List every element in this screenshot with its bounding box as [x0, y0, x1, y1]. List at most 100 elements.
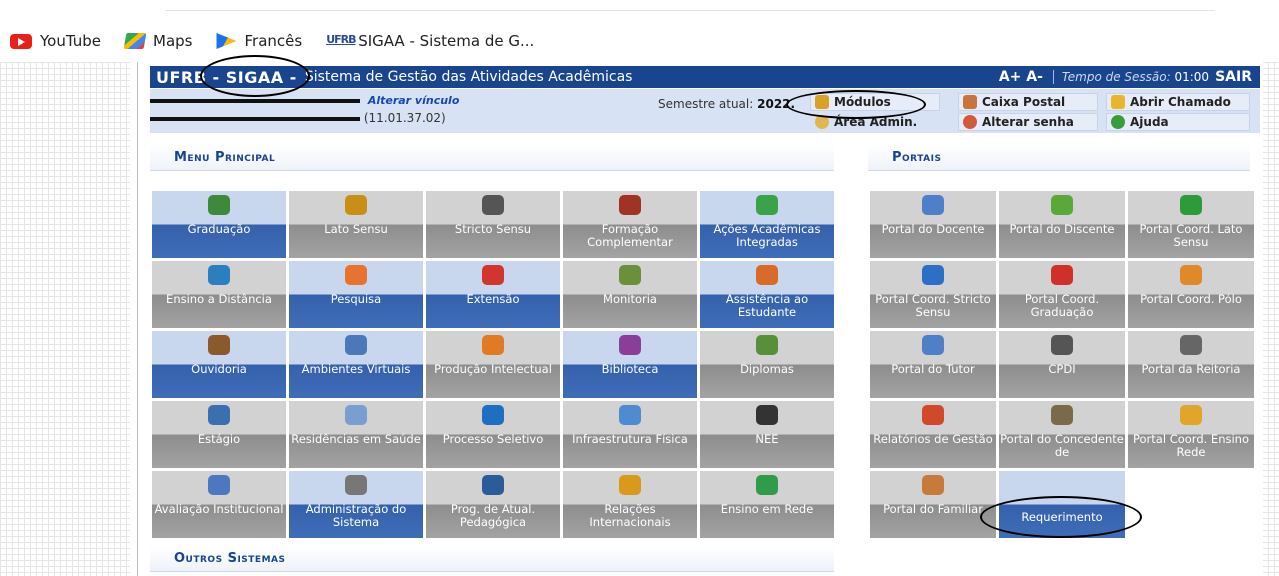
family-icon	[922, 475, 944, 495]
menu-tile[interactable]: Pesquisa	[289, 261, 423, 328]
menu-tile[interactable]: Lato Sensu	[289, 191, 423, 258]
portal-tile[interactable]: Portal Coord. Lato Sensu	[1128, 191, 1254, 258]
menu-principal-grid: Graduação Lato Sensu Stricto Sensu Formação…	[152, 191, 834, 538]
brand-logo[interactable]: UFRB - SIGAA -	[156, 68, 297, 87]
sigaa-page: UFRB - SIGAA - Sistema de Gestão das Ati…	[137, 62, 1263, 576]
menu-tile[interactable]: Residências em Saúde	[289, 401, 423, 468]
menu-tile[interactable]: Administração do Sistema	[289, 471, 423, 538]
modulos-button[interactable]: Módulos	[810, 93, 940, 111]
menu-tile[interactable]: Graduação	[152, 191, 286, 258]
spiral-icon	[482, 405, 504, 425]
menu-tile[interactable]: NEE	[700, 401, 834, 468]
portal-tile-label: Portal do Discente	[1009, 222, 1115, 236]
portal-tile[interactable]: Portal Coord. Pólo	[1128, 261, 1254, 328]
bookmark-label: YouTube	[40, 32, 101, 50]
alterar-senha-label: Alterar senha	[982, 115, 1074, 129]
menu-tile[interactable]: Ensino a Distância	[152, 261, 286, 328]
logout-button[interactable]: SAIR	[1215, 69, 1252, 85]
menu-tile[interactable]: Ações Acadêmicas Integradas	[700, 191, 834, 258]
briefcase-icon	[482, 195, 504, 215]
network-at-icon	[1180, 405, 1202, 425]
portal-tile[interactable]: Requerimento	[999, 471, 1125, 538]
menu-tile[interactable]: Ambientes Virtuais	[289, 331, 423, 398]
menu-tile[interactable]: Diplomas	[700, 331, 834, 398]
broom-icon	[1111, 95, 1125, 109]
portal-tile[interactable]: CPDI	[999, 331, 1125, 398]
portal-tile[interactable]: Portal da Reitoria	[1128, 331, 1254, 398]
menu-tile[interactable]: Prog. de Atual. Pedagógica	[426, 471, 560, 538]
portal-tile[interactable]: Portal Coord. Ensino Rede	[1128, 401, 1254, 468]
menu-tile[interactable]: Formação Complementar	[563, 191, 697, 258]
portal-tile[interactable]: Portal do Docente	[870, 191, 996, 258]
portal-tile[interactable]: Portal do Tutor	[870, 331, 996, 398]
menu-tile-label: Assistência ao Estudante	[725, 292, 809, 319]
menu-tile[interactable]: Biblioteca	[563, 331, 697, 398]
menu-tile[interactable]: Estágio	[152, 401, 286, 468]
bookmark-frances[interactable]: Francês	[216, 32, 302, 50]
abrir-chamado-button[interactable]: Abrir Chamado	[1106, 93, 1250, 111]
menu-tile[interactable]: Stricto Sensu	[426, 191, 560, 258]
contract-icon	[1051, 405, 1073, 425]
redacted-department	[150, 116, 360, 121]
menu-tile[interactable]: Processo Seletivo	[426, 401, 560, 468]
ajuda-button[interactable]: Ajuda	[1106, 113, 1250, 131]
semester-info: Semestre atual: 2022.	[658, 97, 795, 111]
menu-tile[interactable]: Relações Internacionais	[563, 471, 697, 538]
top-bar: UFRB - SIGAA - Sistema de Gestão das Ati…	[150, 66, 1260, 88]
portal-tile-label: Portal do Tutor	[891, 362, 975, 376]
portal-tile[interactable]: Portal do Familiar	[870, 471, 996, 538]
menu-tile-label: Ensino a Distância	[166, 292, 272, 306]
alterar-senha-button[interactable]: Alterar senha	[958, 113, 1098, 131]
monitor-icon	[482, 475, 504, 495]
bookmark-sigaa[interactable]: UFRB SIGAA - Sistema de G...	[326, 32, 534, 50]
portal-tile-label: Portal do Docente	[881, 222, 985, 236]
session-label: Tempo de Sessão:	[1061, 70, 1171, 84]
portal-tile-label: Portal Coord. Stricto Sensu	[875, 292, 991, 319]
user-support-icon	[756, 265, 778, 285]
menu-tile[interactable]: Avaliação Institucional	[152, 471, 286, 538]
user-department: (11.01.37.02)	[150, 111, 446, 125]
menu-tile[interactable]: Infraestrutura Física	[563, 401, 697, 468]
user-green-icon	[1180, 195, 1202, 215]
certificate-icon	[756, 335, 778, 355]
menu-tile[interactable]: Assistência ao Estudante	[700, 261, 834, 328]
portal-tile[interactable]: Portal do Discente	[999, 191, 1125, 258]
menu-tile[interactable]: Extensão	[426, 261, 560, 328]
page-background-left	[0, 62, 130, 576]
ufrb-icon: UFRB	[326, 33, 356, 46]
portal-tile[interactable]: Portal do Concedente de	[999, 401, 1125, 468]
group-icon	[345, 335, 367, 355]
menu-tile-label: Ambientes Virtuais	[301, 362, 411, 376]
menu-tile[interactable]: Ouvidoria	[152, 331, 286, 398]
change-link-link[interactable]: Alterar vínculo	[368, 94, 460, 107]
globe-icon	[208, 265, 230, 285]
gift-icon	[482, 265, 504, 285]
menu-tile-label: Estágio	[197, 432, 241, 446]
bookmark-youtube[interactable]: YouTube	[10, 32, 101, 50]
translate-icon	[216, 33, 237, 49]
portal-tile[interactable]: Relatórios de Gestão	[870, 401, 996, 468]
menu-tile[interactable]: Monitoria	[563, 261, 697, 328]
portal-tile[interactable]: Portal Coord. Stricto Sensu	[870, 261, 996, 328]
caixa-postal-button[interactable]: Caixa Postal	[958, 93, 1098, 111]
portal-tile[interactable]: Portal Coord. Graduação	[999, 261, 1125, 328]
area-admin-button[interactable]: Área Admin.	[810, 113, 940, 131]
menu-tile[interactable]: Ensino em Rede	[700, 471, 834, 538]
user-lock-icon	[963, 115, 977, 129]
system-name: Sistema de Gestão das Atividades Acadêmi…	[304, 69, 633, 85]
menu-tile-label: Extensão	[466, 292, 520, 306]
book-icon	[619, 195, 641, 215]
menu-tile-label: Monitoria	[603, 292, 657, 306]
portal-tile-label: CPDI	[1048, 362, 1076, 376]
user-icon	[208, 335, 230, 355]
outros-sistemas-header: Outros Sistemas	[150, 546, 834, 572]
bookmark-maps[interactable]: Maps	[123, 32, 192, 50]
menu-tile-label: Lato Sensu	[324, 222, 388, 236]
font-size-controls[interactable]: A+ A-	[999, 69, 1043, 85]
world-icon	[619, 475, 641, 495]
book-open-icon	[619, 335, 641, 355]
menu-tile-label: Infraestrutura Física	[572, 432, 688, 446]
portal-tile-label: Relatórios de Gestão	[873, 432, 993, 446]
menu-tile[interactable]: Produção Intelectual	[426, 331, 560, 398]
bookmarks-bar: YouTube Maps Francês UFRB SIGAA - Sistem…	[0, 26, 534, 56]
